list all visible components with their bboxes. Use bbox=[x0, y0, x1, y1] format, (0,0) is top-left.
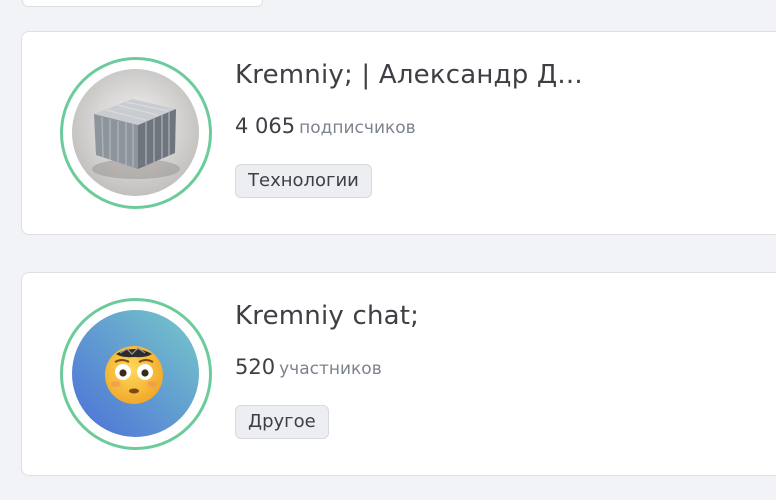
category-tag[interactable]: Другое bbox=[235, 405, 329, 439]
flushed-face-emoji-icon bbox=[72, 310, 199, 437]
metal-cube-icon bbox=[72, 69, 199, 196]
channel-name[interactable]: Kremniy; | Александр Д... bbox=[235, 60, 583, 90]
count-label: подписчиков bbox=[299, 118, 416, 138]
member-count: 520 участников bbox=[235, 355, 382, 379]
count-number: 4 065 bbox=[235, 114, 296, 138]
count-label: участников bbox=[279, 359, 382, 379]
channel-name[interactable]: Kremniy chat; bbox=[235, 301, 419, 331]
count-number: 520 bbox=[235, 355, 276, 379]
avatar-ring bbox=[60, 298, 212, 450]
category-tag[interactable]: Технологии bbox=[235, 164, 372, 198]
channel-card[interactable]: Kremniy; | Александр Д... 4 065 подписчик… bbox=[21, 31, 776, 235]
avatar[interactable] bbox=[72, 310, 199, 437]
avatar[interactable] bbox=[72, 69, 199, 196]
previous-card-edge bbox=[22, 0, 263, 7]
avatar-ring bbox=[60, 57, 212, 209]
subscriber-count: 4 065 подписчиков bbox=[235, 114, 416, 138]
channel-card[interactable]: Kremniy chat; 520 участников Другое bbox=[21, 272, 776, 476]
